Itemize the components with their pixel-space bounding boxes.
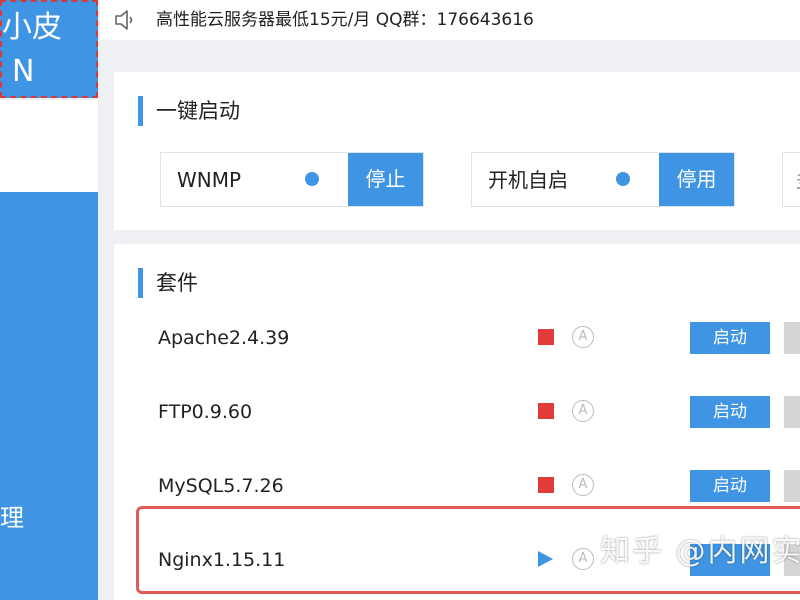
quick-start-panel: 一键启动 WNMP 停止 开机自启 停用 多 <box>114 72 800 230</box>
ftp-start-button[interactable]: 启动 <box>690 396 770 428</box>
wnmp-stop-button[interactable]: 停止 <box>348 153 423 206</box>
suite-row-apache: Apache2.4.39 A 启动 <box>114 302 800 372</box>
wnmp-status-dot <box>305 172 319 186</box>
speaker-icon <box>115 10 133 30</box>
sidebar-item-home[interactable] <box>0 100 98 192</box>
notice-text[interactable]: 高性能云服务器最低15元/月 QQ群：176643616 <box>156 9 534 31</box>
autostart-icon[interactable]: A <box>572 474 594 496</box>
app-logo: 小皮 N <box>0 0 98 98</box>
stopped-status-icon <box>538 477 554 493</box>
stopped-status-icon <box>538 403 554 419</box>
wnmp-label: WNMP <box>177 168 242 192</box>
wnmp-control: WNMP 停止 <box>160 152 424 207</box>
autostart-status-dot <box>616 172 630 186</box>
stopped-status-icon <box>538 329 554 345</box>
service-name: MySQL5.7.26 <box>158 475 284 497</box>
section-marker <box>138 268 143 298</box>
config-button[interactable] <box>784 470 800 502</box>
config-button[interactable] <box>784 396 800 428</box>
autostart-icon[interactable]: A <box>572 400 594 422</box>
mysql-start-button[interactable]: 启动 <box>690 470 770 502</box>
service-name: FTP0.9.60 <box>158 401 253 423</box>
extra-control-label: 多 <box>795 166 800 194</box>
quick-start-title: 一键启动 <box>156 99 240 123</box>
autostart-disable-button[interactable]: 停用 <box>659 153 734 206</box>
watermark: 知乎 @内网实 <box>600 534 800 569</box>
apache-start-button[interactable]: 启动 <box>690 322 770 354</box>
sidebar-nav: 理 <box>0 192 98 600</box>
autostart-label: 开机自启 <box>488 168 568 192</box>
sidebar-item-manage[interactable]: 理 <box>0 498 24 538</box>
autostart-icon[interactable]: A <box>572 326 594 348</box>
extra-control[interactable]: 多 <box>782 152 800 207</box>
suite-row-ftp: FTP0.9.60 A 启动 <box>114 376 800 446</box>
section-marker <box>138 96 143 126</box>
config-button[interactable] <box>784 322 800 354</box>
notice-bar: 高性能云服务器最低15元/月 QQ群：176643616 <box>100 0 800 40</box>
logo-subtitle: N <box>12 54 35 89</box>
autostart-control: 开机自启 停用 <box>471 152 735 207</box>
suite-title: 套件 <box>156 271 198 295</box>
logo-title: 小皮 <box>2 10 62 45</box>
service-name: Apache2.4.39 <box>158 327 290 349</box>
